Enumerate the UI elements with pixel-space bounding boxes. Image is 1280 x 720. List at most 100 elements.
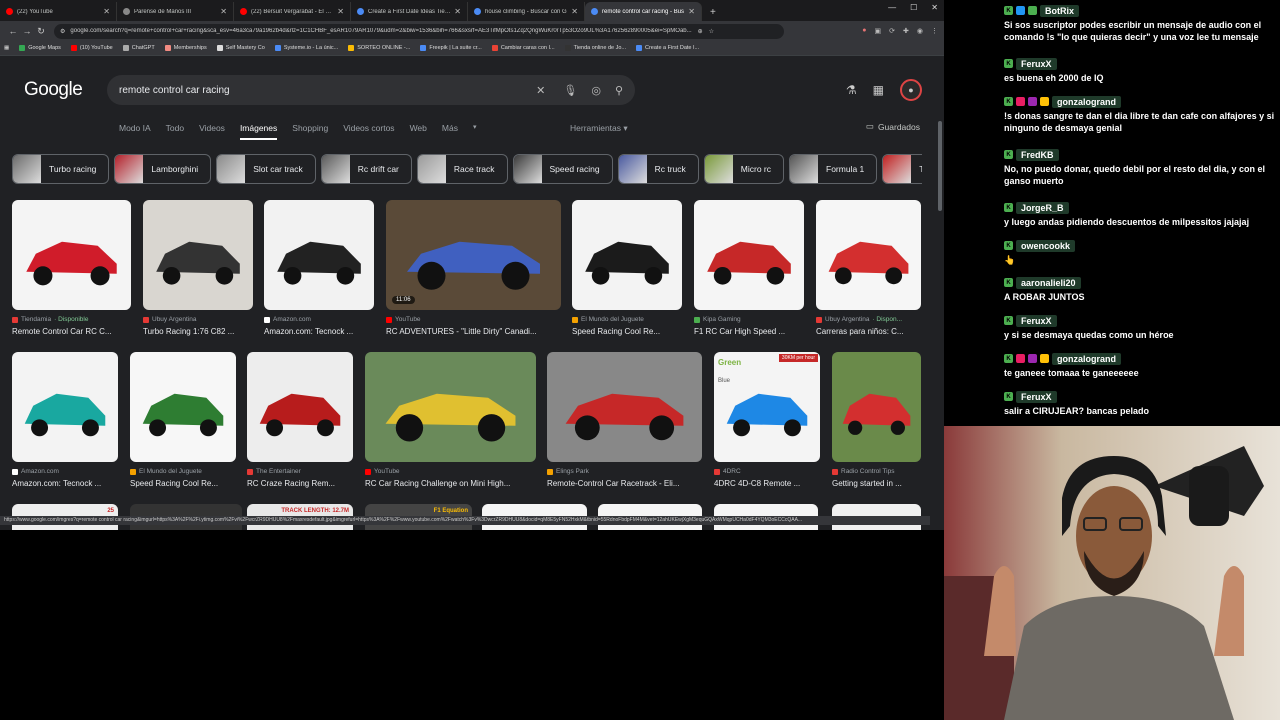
url-input[interactable]: ⚙ google.com/search?q=remote+control+car… [54, 23, 784, 39]
browser-tab[interactable]: (22) YouTube ✕ [0, 2, 117, 21]
related-search-chip[interactable]: Formula 1 [789, 154, 878, 184]
bookmark-item[interactable]: ChatGPT [122, 45, 155, 51]
result-title[interactable]: Amazon.com: Tecnock ... [12, 479, 118, 488]
google-apps-icon[interactable]: ▦ [873, 83, 884, 97]
search-input[interactable]: remote control car racing ✕ 🎙 ◎ ⚲ [107, 75, 635, 105]
search-icon[interactable]: ⚲ [615, 84, 623, 97]
tab-close-icon[interactable]: ✕ [103, 7, 110, 16]
reload-icon[interactable]: ↻ [34, 26, 48, 37]
tab-close-icon[interactable]: ✕ [220, 7, 227, 16]
browser-tab[interactable]: Create a First Date Ideas Tier Li ✕ [351, 2, 468, 21]
browser-tab[interactable]: Parense de Manos III ✕ [117, 2, 234, 21]
chat-username[interactable]: gonzalogrand [1052, 352, 1121, 365]
result-source[interactable]: El Mundo del Juguete [130, 468, 202, 475]
tab-close-icon[interactable]: ✕ [688, 7, 695, 16]
result-source[interactable]: YouTube [386, 316, 421, 323]
image-result[interactable]: YouTube RC Car Racing Challenge on Mini H… [365, 352, 536, 498]
new-tab-button[interactable]: + [702, 7, 724, 21]
maximize-icon[interactable]: ☐ [910, 3, 917, 12]
chat-username[interactable]: FeruxX [1016, 57, 1057, 70]
related-search-chip[interactable]: Rc drift car [320, 154, 412, 184]
forward-icon[interactable]: → [20, 26, 34, 36]
bookmark-item[interactable]: SORTEO ONLINE -... [348, 45, 410, 51]
tab-close-icon[interactable]: ✕ [571, 7, 578, 16]
related-search-chip[interactable]: Lamborghini [114, 154, 212, 184]
result-thumbnail[interactable] [832, 352, 921, 462]
result-source[interactable]: Radio Control Tips [832, 468, 894, 475]
bookmark-item[interactable]: Google Maps [19, 45, 61, 51]
image-result[interactable]: Kipa Gaming F1 RC Car High Speed ... [694, 200, 804, 346]
profile-icon[interactable]: ◉ [917, 27, 923, 35]
result-title[interactable]: Speed Racing Cool Re... [130, 479, 236, 488]
result-thumbnail[interactable] [12, 352, 118, 462]
result-title[interactable]: Turbo Racing 1:76 C82 ... [143, 327, 253, 336]
result-title[interactable]: Speed Racing Cool Re... [572, 327, 682, 336]
browser-tab[interactable]: house climbing - Buscar con G ✕ [468, 2, 585, 21]
image-result[interactable]: The Entertainer RC Craze Racing Rem... [247, 352, 353, 498]
result-thumbnail[interactable]: 30KM per hour Green Blue [714, 352, 820, 462]
chat-username[interactable]: JorgeR_B [1016, 201, 1069, 214]
image-result[interactable]: El Mundo del Juguete Speed Racing Cool Re… [130, 352, 236, 498]
image-result[interactable]: Tiendamia · Disponible Remote Control Car … [12, 200, 131, 346]
close-window-icon[interactable]: ✕ [931, 3, 938, 12]
result-source[interactable]: Elings Park [547, 468, 589, 475]
chat-username[interactable]: BotRix [1040, 4, 1079, 17]
result-title[interactable]: Carreras para niños: C... [816, 327, 921, 336]
image-result[interactable]: Radio Control Tips Getting started in ... [832, 352, 921, 498]
bookmark-item[interactable]: Memberships [164, 45, 207, 51]
filter-tab[interactable]: Todo [166, 123, 184, 133]
result-source[interactable]: Ubuy Argentina · Dispon... [816, 316, 902, 323]
result-title[interactable]: Amazon.com: Tecnock ... [264, 327, 374, 336]
chat-username[interactable]: FredKB [1016, 148, 1059, 161]
image-result[interactable]: Elings Park Remote-Control Car Racetrack … [547, 352, 702, 498]
result-title[interactable]: 4DRC 4D-C8 Remote ... [714, 479, 820, 488]
apps-grid-icon[interactable]: ▦ [4, 45, 9, 51]
result-thumbnail[interactable] [143, 200, 253, 310]
result-title[interactable]: RC Car Racing Challenge on Mini High... [365, 479, 536, 488]
image-result[interactable]: Ubuy Argentina Turbo Racing 1:76 C82 ... [143, 200, 253, 346]
extension-icon[interactable]: ⟳ [889, 27, 895, 35]
bookmark-item[interactable]: Freepik | La suite cr... [420, 45, 482, 51]
bookmark-item[interactable]: Cambiar caras con I... [491, 45, 555, 51]
tab-close-icon[interactable]: ✕ [337, 7, 344, 16]
bookmark-item[interactable]: (10) YouTube [70, 45, 113, 51]
star-icon[interactable]: ☆ [709, 28, 714, 35]
result-thumbnail[interactable] [365, 352, 536, 462]
filter-tab[interactable]: Web [410, 123, 427, 133]
result-title[interactable]: F1 RC Car High Speed ... [694, 327, 804, 336]
result-title[interactable]: RC ADVENTURES - "Little Dirty" Canadi... [386, 327, 561, 336]
filter-tab[interactable]: Imágenes [239, 123, 278, 140]
browser-menu-icon[interactable]: ⋮ [931, 27, 938, 35]
related-search-chip[interactable]: Rc truck [617, 154, 699, 184]
browser-tab[interactable]: remote control car racing - Bus ✕ [585, 2, 702, 21]
image-result[interactable]: Ubuy Argentina · Dispon... Carreras para n… [816, 200, 921, 346]
zoom-icon[interactable]: ⊕ [698, 28, 703, 35]
result-source[interactable]: Tiendamia · Disponible [12, 316, 88, 323]
related-search-chip[interactable]: Micro rc [703, 154, 785, 184]
related-search-chip[interactable]: Speed racing [512, 154, 613, 184]
result-source[interactable]: El Mundo del Juguete [572, 316, 644, 323]
tab-close-icon[interactable]: ✕ [454, 7, 461, 16]
result-thumbnail[interactable] [130, 352, 236, 462]
chat-username[interactable]: FeruxX [1016, 314, 1057, 327]
bookmark-item[interactable]: Tienda online de Jo... [564, 45, 626, 51]
google-logo[interactable]: Google [24, 79, 83, 101]
result-thumbnail[interactable] [247, 352, 353, 462]
labs-flask-icon[interactable]: ⚗ [846, 83, 857, 97]
back-icon[interactable]: ← [6, 26, 20, 36]
result-title[interactable]: Getting started in ... [832, 479, 921, 488]
result-thumbnail[interactable] [572, 200, 682, 310]
related-search-chip[interactable]: Turbo racing [12, 154, 110, 184]
result-title[interactable]: Remote Control Car RC C... [12, 327, 131, 336]
result-source[interactable]: Amazon.com [12, 468, 59, 475]
image-result[interactable]: 30KM per hour Green Blue 4DRC 4DRC 4D-C8 Rem… [714, 352, 820, 498]
result-source[interactable]: Amazon.com [264, 316, 311, 323]
clear-icon[interactable]: ✕ [536, 84, 545, 97]
result-title[interactable]: Remote-Control Car Racetrack - Eli... [547, 479, 702, 488]
tools-dropdown[interactable]: Herramientas ▾ [570, 123, 628, 134]
result-thumbnail[interactable]: 11:06 [386, 200, 561, 310]
result-source[interactable]: YouTube [365, 468, 400, 475]
saved-button[interactable]: ▭ Guardados [866, 121, 920, 132]
extension-icon[interactable]: ● [862, 27, 866, 35]
extension-icon[interactable]: ▣ [875, 27, 882, 35]
